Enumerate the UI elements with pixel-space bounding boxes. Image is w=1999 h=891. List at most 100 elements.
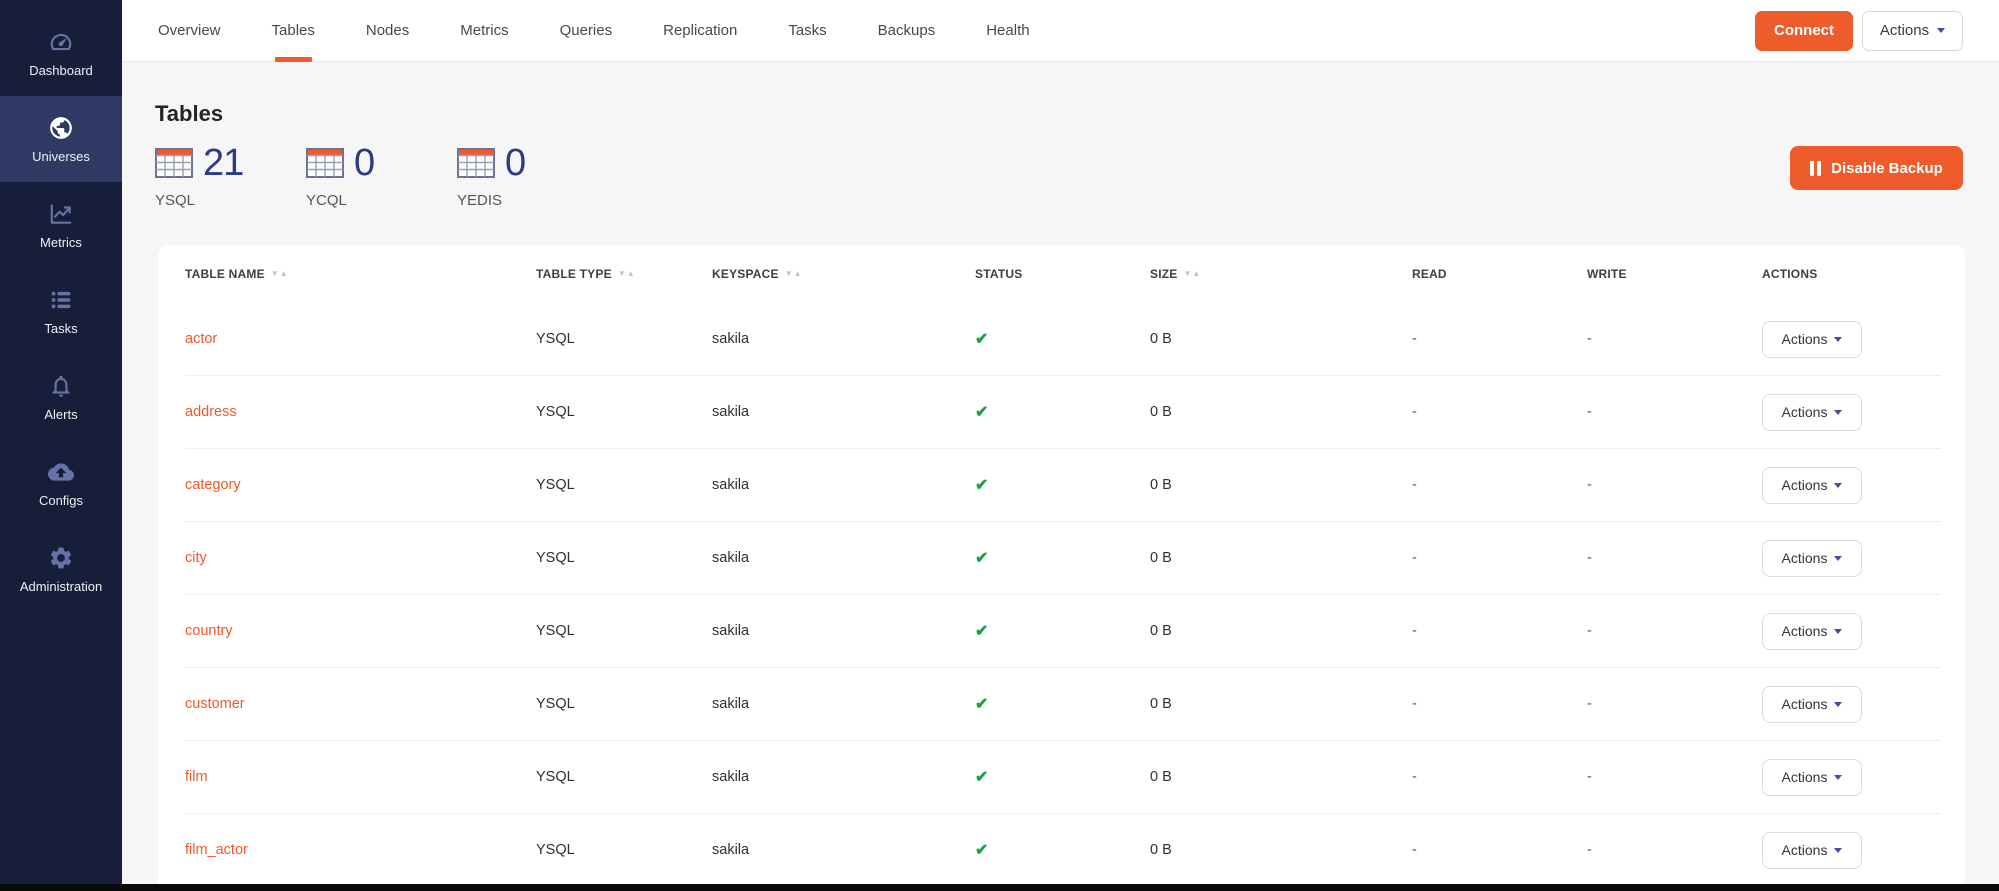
size-cell: 0 B [1150,696,1412,712]
size-cell: 0 B [1150,623,1412,639]
tab-queries[interactable]: Queries [560,0,613,62]
sidebar-item-configs[interactable]: Configs [0,440,122,526]
tab-replication[interactable]: Replication [663,0,737,62]
row-actions-button[interactable]: Actions [1762,321,1862,358]
table-type-cell: YSQL [536,623,712,639]
read-cell: - [1412,477,1587,493]
gauge-icon [48,29,74,55]
row-actions-button[interactable]: Actions [1762,613,1862,650]
column-header-label: Actions [1762,267,1817,281]
column-header-label: Size [1150,267,1177,281]
tab-health[interactable]: Health [986,0,1029,62]
sort-icon: ▼▲ [785,270,803,278]
table-name-link[interactable]: film_actor [185,842,248,858]
row-actions-label: Actions [1782,623,1828,639]
row-actions-button[interactable]: Actions [1762,686,1862,723]
row-actions-label: Actions [1782,696,1828,712]
check-icon: ✔ [975,477,988,494]
table-row: countryYSQLsakila✔0 B--Actions [185,595,1941,668]
stat-ysql: 21YSQL [155,142,306,209]
write-cell: - [1587,404,1762,420]
column-header-table-type[interactable]: Table Type▼▲ [536,267,712,281]
stat-label: YEDIS [457,192,608,209]
tab-backups[interactable]: Backups [878,0,936,62]
read-cell: - [1412,404,1587,420]
check-icon: ✔ [975,623,988,640]
tab-nodes[interactable]: Nodes [366,0,409,62]
disable-backup-button[interactable]: Disable Backup [1790,146,1963,190]
tab-tasks[interactable]: Tasks [788,0,826,62]
table-body: actorYSQLsakila✔0 B--ActionsaddressYSQLs… [158,303,1965,887]
size-cell: 0 B [1150,331,1412,347]
bell-icon [48,373,74,399]
row-actions-label: Actions [1782,404,1828,420]
sidebar-item-metrics[interactable]: Metrics [0,182,122,268]
read-cell: - [1412,842,1587,858]
tables-page: Tables 21YSQL0YCQL0YEDIS Disable Backup … [122,62,1999,891]
sort-icon: ▼▲ [271,270,289,278]
check-icon: ✔ [975,696,988,713]
sidebar-nav: Dashboard Universes Metrics TasksAlerts Conf… [0,10,122,612]
sidebar-item-alerts[interactable]: Alerts [0,354,122,440]
row-actions-button[interactable]: Actions [1762,467,1862,504]
table-name-link[interactable]: category [185,477,241,493]
keyspace-cell: sakila [712,842,975,858]
row-actions-label: Actions [1782,477,1828,493]
table-name-link[interactable]: customer [185,696,245,712]
write-cell: - [1587,477,1762,493]
row-actions-button[interactable]: Actions [1762,540,1862,577]
top-navbar: Overview Tables Nodes Metrics Queries Replica… [122,0,1999,62]
size-cell: 0 B [1150,477,1412,493]
sidebar-item-universes[interactable]: Universes [0,96,122,182]
write-cell: - [1587,331,1762,347]
tab-tables[interactable]: Tables [272,0,315,62]
sidebar-item-label: Configs [39,493,83,508]
column-header-write: Write [1587,267,1762,281]
size-cell: 0 B [1150,769,1412,785]
column-header-label: Keyspace [712,267,779,281]
table-name-link[interactable]: city [185,550,207,566]
column-header-keyspace[interactable]: Keyspace ▼▲ [712,267,975,281]
table-name-link[interactable]: country [185,623,233,639]
keyspace-cell: sakila [712,477,975,493]
chevron-down-icon [1834,483,1842,488]
keyspace-cell: sakila [712,404,975,420]
sidebar-item-label: Dashboard [29,63,93,78]
tables-list-card: Table Name▼▲Table Type▼▲Keyspace▼▲Status… [158,245,1965,891]
write-cell: - [1587,550,1762,566]
keyspace-cell: sakila [712,331,975,347]
size-cell: 0 B [1150,550,1412,566]
row-actions-button[interactable]: Actions [1762,832,1862,869]
stat-ycql: 0YCQL [306,142,457,209]
column-header-table-name[interactable]: Table Name▼▲ [185,267,536,281]
stat-value: 21 [203,142,243,185]
row-actions-label: Actions [1782,769,1828,785]
table-name-link[interactable]: film [185,769,208,785]
list-icon [48,287,74,313]
table-row: filmYSQLsakila✔0 B--Actions [185,741,1941,814]
universe-actions-label: Actions [1880,22,1929,39]
tab-metrics[interactable]: Metrics [460,0,508,62]
sidebar-item-tasks[interactable]: Tasks [0,268,122,354]
column-header-size[interactable]: Size▼▲ [1150,267,1412,281]
row-actions-button[interactable]: Actions [1762,394,1862,431]
sidebar-item-label: Metrics [40,235,82,250]
tab-overview[interactable]: Overview [158,0,221,62]
read-cell: - [1412,623,1587,639]
sidebar-item-administration[interactable]: Administration [0,526,122,612]
column-header-label: Table Type [536,267,612,281]
row-actions-label: Actions [1782,550,1828,566]
table-grid-icon [306,148,344,178]
read-cell: - [1412,331,1587,347]
sidebar-item-dashboard[interactable]: Dashboard [0,10,122,96]
table-type-cell: YSQL [536,696,712,712]
keyspace-cell: sakila [712,769,975,785]
table-type-cell: YSQL [536,404,712,420]
row-actions-button[interactable]: Actions [1762,759,1862,796]
table-name-link[interactable]: actor [185,331,217,347]
connect-button[interactable]: Connect [1755,11,1853,51]
universe-actions-button[interactable]: Actions [1862,11,1963,51]
keyspace-cell: sakila [712,623,975,639]
read-cell: - [1412,550,1587,566]
table-name-link[interactable]: address [185,404,237,420]
